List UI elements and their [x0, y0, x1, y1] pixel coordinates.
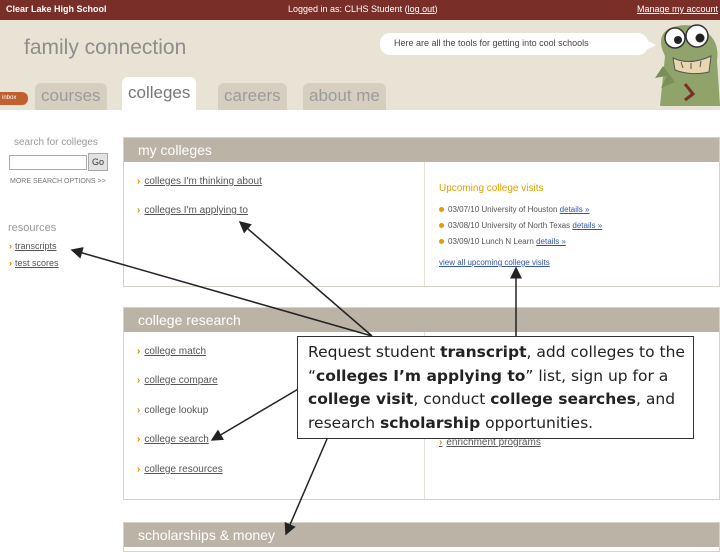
logout-link[interactable]: log out: [408, 4, 435, 14]
chevron-right-icon: ›: [137, 434, 141, 445]
bullet-icon: [439, 223, 444, 229]
visit-details-link[interactable]: details »: [536, 237, 566, 246]
visit-date: 03/07/10: [448, 205, 480, 214]
callout-text: opportunities.: [480, 413, 594, 432]
login-status-text: Logged in as: CLHS Student (: [288, 4, 408, 14]
chevron-right-icon: ›: [137, 375, 141, 386]
chevron-right-icon: ›: [137, 464, 141, 475]
tab-about-me[interactable]: about me: [303, 83, 386, 110]
link-college-lookup[interactable]: › college lookup: [137, 405, 208, 416]
visit-school: University of North Texas: [481, 221, 571, 230]
sidebar-link-label: test scores: [15, 258, 59, 268]
callout-bold: colleges I’m applying to: [316, 366, 526, 385]
visit-date: 03/08/10: [448, 221, 480, 230]
callout-text: ” list, sign up for a: [525, 366, 669, 385]
link-label: college compare: [144, 375, 218, 386]
sidebar-link-transcripts[interactable]: › transcripts: [9, 241, 57, 251]
link-college-compare[interactable]: › college compare: [137, 375, 218, 386]
chevron-right-icon: ›: [137, 346, 141, 357]
visit-school: Lunch N Learn: [481, 237, 534, 246]
brand-title: family connection: [24, 36, 187, 59]
sidebar-link-label: transcripts: [15, 241, 57, 251]
callout-bold: transcript: [440, 343, 527, 361]
mascot-icon: [655, 24, 720, 106]
link-label: college search: [144, 434, 209, 445]
visit-date: 03/09/10: [448, 237, 480, 246]
link-label: colleges I'm applying to: [144, 205, 248, 216]
login-status-suffix: ): [434, 4, 438, 14]
link-colleges-thinking-about[interactable]: › colleges I'm thinking about: [137, 176, 262, 187]
link-label: college match: [144, 346, 207, 357]
callout-bold: college searches: [490, 390, 637, 408]
link-college-resources[interactable]: › college resources: [137, 464, 223, 475]
callout-text: , conduct: [413, 390, 491, 408]
upcoming-visits-title: Upcoming college visits: [439, 183, 544, 194]
go-button[interactable]: Go: [88, 153, 108, 171]
link-label: college lookup: [144, 405, 209, 416]
chevron-right-icon: ›: [137, 205, 141, 216]
school-name: Clear Lake High School: [6, 4, 107, 14]
link-college-match[interactable]: › college match: [137, 346, 206, 357]
panel-divider: [424, 162, 425, 286]
chevron-right-icon: ›: [137, 176, 141, 187]
top-bar: Clear Lake High School Logged in as: CLH…: [0, 0, 720, 20]
inbox-arrow-button[interactable]: inbox: [0, 92, 28, 105]
visit-school: University of Houston: [481, 205, 558, 214]
chevron-right-icon: ›: [9, 258, 12, 268]
link-colleges-applying-to[interactable]: › colleges I'm applying to: [137, 205, 248, 216]
college-search-input[interactable]: [9, 155, 87, 170]
bullet-icon: [439, 239, 444, 245]
tab-colleges[interactable]: colleges: [122, 77, 197, 110]
bullet-icon: [439, 207, 444, 213]
sidebar-link-test-scores[interactable]: › test scores: [9, 258, 59, 268]
college-research-title: college research: [124, 308, 719, 332]
chevron-right-icon: ›: [9, 241, 12, 251]
manage-account-link[interactable]: Manage my account: [637, 4, 718, 14]
visit-item: 03/08/10 University of North Texas detai…: [439, 221, 602, 230]
callout-bold: scholarship: [379, 413, 481, 432]
tab-careers[interactable]: careers: [218, 83, 287, 110]
more-search-options-link[interactable]: MORE SEARCH OPTIONS >>: [10, 178, 106, 185]
callout-text: Request student: [308, 343, 441, 361]
login-status: Logged in as: CLHS Student (log out): [288, 4, 438, 14]
view-all-visits-link[interactable]: view all upcoming college visits: [439, 258, 550, 267]
my-colleges-title: my colleges: [124, 138, 719, 162]
link-college-search[interactable]: › college search: [137, 434, 209, 445]
scholarships-title: scholarships & money: [124, 523, 719, 547]
callout-bold: college visit: [308, 390, 414, 408]
link-label: college resources: [144, 464, 223, 475]
chevron-right-icon: ›: [137, 405, 141, 416]
visit-item: 03/09/10 Lunch N Learn details »: [439, 237, 566, 246]
visit-details-link[interactable]: details »: [560, 205, 590, 214]
search-colleges-label: search for colleges: [14, 137, 98, 148]
speech-bubble: Here are all the tools for getting into …: [380, 33, 656, 55]
link-label: colleges I'm thinking about: [144, 176, 262, 187]
visit-details-link[interactable]: details »: [572, 221, 602, 230]
scholarships-panel: scholarships & money: [123, 522, 720, 552]
annotation-callout: Request student transcript, add colleges…: [297, 336, 694, 439]
resources-label: resources: [8, 222, 57, 234]
visit-item: 03/07/10 University of Houston details »: [439, 205, 589, 214]
tab-courses[interactable]: courses: [35, 83, 107, 110]
